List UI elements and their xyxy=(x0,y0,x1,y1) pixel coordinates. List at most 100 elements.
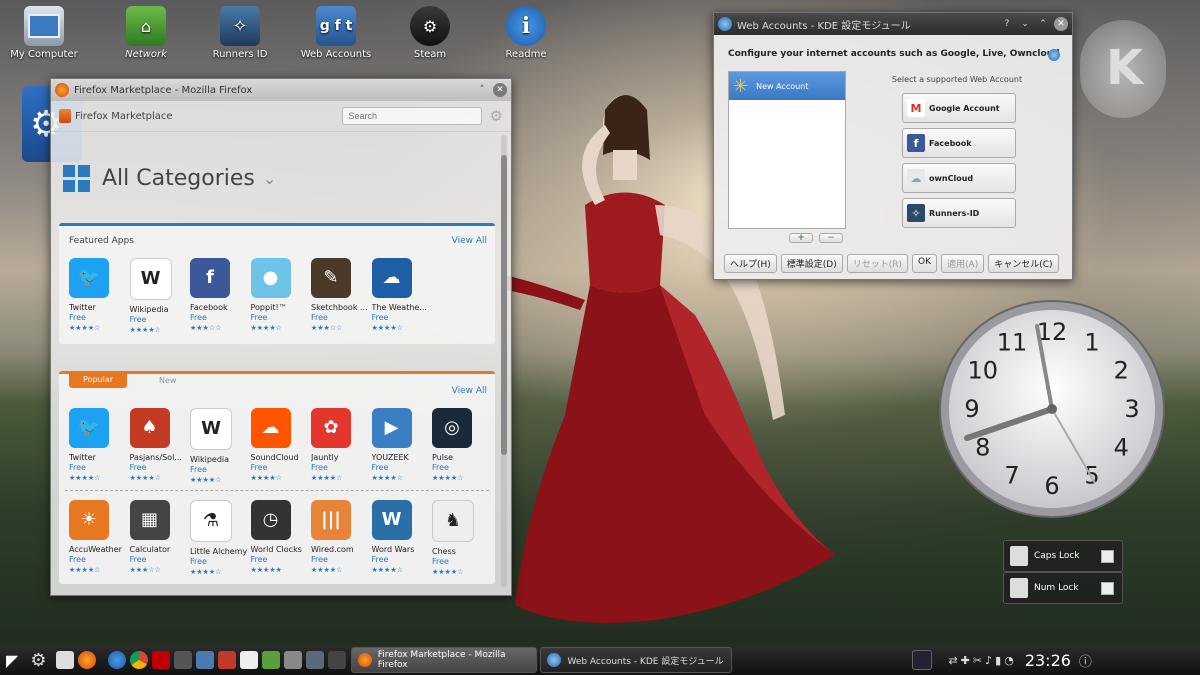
app-tile[interactable]: W Wikipedia Free ★★★★☆ xyxy=(129,258,190,335)
text-editor-icon[interactable] xyxy=(240,651,259,669)
reset-button[interactable]: リセット(R) xyxy=(846,254,909,273)
app-icon: ✎ xyxy=(311,258,351,298)
desktop-icon-web-accounts[interactable]: g f t Web Accounts xyxy=(296,6,376,60)
app-tile[interactable]: 🐦 Twitter Free ★★★★☆ xyxy=(69,258,129,335)
clock-number: 2 xyxy=(1114,357,1129,385)
app-tile[interactable]: ♞ Chess Free ★★★★☆ xyxy=(432,500,492,577)
search-input[interactable] xyxy=(341,107,482,125)
app-tile[interactable]: ◷ World Clocks Free ★★★★★ xyxy=(250,500,311,577)
app-tile[interactable]: ☁ SoundCloud Free ★★★★☆ xyxy=(250,408,311,485)
volume-icon[interactable]: ♪ xyxy=(985,654,995,667)
app-tile[interactable]: ♠ Pasjans/Sol... Free ★★★★☆ xyxy=(129,408,190,485)
accounts-list[interactable]: ✳ New Account xyxy=(728,71,846,229)
desktop-icon-network[interactable]: ⌂ Network xyxy=(106,6,186,60)
settings-gear-icon[interactable]: ⚙ xyxy=(490,107,503,125)
close-button[interactable]: ✕ xyxy=(1054,17,1068,31)
app-tile[interactable]: 🐦 Twitter Free ★★★★☆ xyxy=(69,408,129,485)
task-web-accounts[interactable]: Web Accounts - KDE 設定モジュール xyxy=(540,647,733,673)
app-tile[interactable]: ☁ The Weathe... Free ★★★★☆ xyxy=(371,258,432,335)
scrollbar-thumb[interactable] xyxy=(501,155,507,455)
filezilla-launcher-icon[interactable] xyxy=(152,651,171,669)
app-tile[interactable]: ||| Wired.com Free ★★★★☆ xyxy=(311,500,371,577)
taskbar-clock[interactable]: 23:26 xyxy=(1025,651,1071,670)
network-icon[interactable]: ⇄ xyxy=(948,654,960,667)
updates-icon[interactable]: ✚ xyxy=(961,654,973,667)
help-dialog-button[interactable]: ヘルプ(H) xyxy=(724,254,777,273)
app-icon: ✿ xyxy=(311,408,351,448)
panel-info-icon[interactable]: ⓘ xyxy=(1079,651,1092,670)
list-item-new-account[interactable]: ✳ New Account xyxy=(729,72,845,100)
tab-new[interactable]: New xyxy=(159,376,176,385)
app-tile[interactable]: ● Poppit!™ Free ★★★★☆ xyxy=(250,258,311,335)
num-lock-indicator[interactable]: Num Lock xyxy=(1003,572,1123,604)
account-type-button[interactable]: ☁ ownCloud xyxy=(902,163,1016,193)
maximize-button[interactable]: ⌃ xyxy=(1036,17,1050,31)
desktop-icon-runners-id[interactable]: ✧ Runners ID xyxy=(200,6,280,60)
web-accounts-titlebar[interactable]: Web Accounts - KDE 設定モジュール ? ⌄ ⌃ ✕ xyxy=(714,13,1072,35)
app-tile[interactable]: ▦ Calculator Free ★★★☆☆ xyxy=(129,500,190,577)
caps-lock-indicator[interactable]: Caps Lock xyxy=(1003,540,1123,572)
firefox-launcher-icon[interactable] xyxy=(78,651,97,669)
tab-popular[interactable]: Popular xyxy=(69,371,127,388)
account-type-button[interactable]: ✧ Runners-ID xyxy=(902,198,1016,228)
chevron-down-icon[interactable]: ⌄ xyxy=(263,169,276,188)
account-type-button[interactable]: M Google Account xyxy=(902,93,1016,123)
chromium-launcher-icon[interactable] xyxy=(108,651,127,669)
app-tile[interactable]: ☀ AccuWeather Free ★★★★☆ xyxy=(69,500,129,577)
tools-icon[interactable] xyxy=(328,651,347,669)
app-tile[interactable]: ✎ Sketchbook ... Free ★★★☆☆ xyxy=(311,258,371,335)
system-settings-icon[interactable]: ⚙ xyxy=(30,650,46,671)
cancel-button[interactable]: キャンセル(C) xyxy=(988,254,1059,273)
account-type-button[interactable]: f Facebook xyxy=(902,128,1016,158)
desktop-pager-icon[interactable] xyxy=(912,650,933,670)
application-launcher-icon[interactable]: ◤ xyxy=(6,651,18,670)
app-icon: ◎ xyxy=(432,408,472,448)
remove-account-button[interactable]: − xyxy=(819,233,843,243)
popular-apps-row: 🐦 Twitter Free ★★★★☆ ♠ Pasjans/Sol... Free ★★★★… xyxy=(65,408,497,485)
task-firefox[interactable]: Firefox Marketplace - Mozilla Firefox xyxy=(351,647,538,673)
app-tile[interactable]: ◎ Pulse Free ★★★★☆ xyxy=(432,408,492,485)
firefox-window[interactable]: Firefox Marketplace - Mozilla Firefox ˄ … xyxy=(50,78,512,596)
desktop-icon-readme[interactable]: i Readme xyxy=(486,6,566,60)
image-viewer-icon[interactable] xyxy=(196,651,215,669)
defaults-button[interactable]: 標準設定(D) xyxy=(780,254,843,273)
office-app-icon[interactable] xyxy=(262,651,281,669)
app-glyph: W xyxy=(140,268,161,289)
video-app-icon[interactable] xyxy=(284,651,303,669)
num-lock-checkbox[interactable] xyxy=(1101,581,1114,595)
kde-logo-widget: K xyxy=(1080,20,1166,118)
app-tile[interactable]: ✿ Jauntly Free ★★★★☆ xyxy=(311,408,371,485)
app-tile[interactable]: ⚗ Little Alchemy Free ★★★★☆ xyxy=(190,500,250,577)
firefox-titlebar[interactable]: Firefox Marketplace - Mozilla Firefox ˄ … xyxy=(51,79,511,101)
clipboard-icon[interactable]: ✂ xyxy=(973,654,985,667)
desktop-icon-my-computer[interactable]: My Computer xyxy=(4,6,84,60)
close-button[interactable]: ✕ xyxy=(493,83,507,97)
graphics-app-icon[interactable] xyxy=(218,651,237,669)
app-tile[interactable]: W Word Wars Free ★★★★☆ xyxy=(371,500,432,577)
monitor-app-icon[interactable] xyxy=(306,651,325,669)
app-glyph: W xyxy=(381,509,402,530)
ok-button[interactable]: OK xyxy=(912,254,938,273)
help-button[interactable]: ? xyxy=(1000,17,1014,31)
dialog-button-row: ヘルプ(H) 標準設定(D) リセット(R) OK 適用(A) キャンセル(C) xyxy=(724,254,1059,273)
add-account-button[interactable]: + xyxy=(789,233,813,243)
app-tile[interactable]: f Facebook Free ★★★☆☆ xyxy=(190,258,250,335)
battery-icon[interactable]: ▮ xyxy=(995,654,1004,667)
app-name: Word Wars xyxy=(371,545,415,554)
app-launcher-icon[interactable] xyxy=(174,651,193,669)
minimize-button[interactable]: ⌄ xyxy=(1018,17,1032,31)
featured-view-all-link[interactable]: View All xyxy=(452,236,487,246)
app-tile[interactable]: W Wikipedia Free ★★★★☆ xyxy=(190,408,250,485)
apply-button[interactable]: 適用(A) xyxy=(941,254,985,273)
app-tile[interactable]: ▶ YOUZEEK Free ★★★★☆ xyxy=(371,408,432,485)
app-rating: ★★★★☆ xyxy=(69,474,101,482)
caps-lock-checkbox[interactable] xyxy=(1101,549,1114,563)
scrollbar[interactable] xyxy=(501,135,507,587)
popular-view-all-link[interactable]: View All xyxy=(452,386,487,396)
minimize-button[interactable]: ˄ xyxy=(475,83,489,97)
home-folder-icon[interactable] xyxy=(56,651,75,669)
notifications-icon[interactable]: ◔ xyxy=(1004,654,1017,667)
chrome-launcher-icon[interactable] xyxy=(130,651,149,669)
web-accounts-window[interactable]: Web Accounts - KDE 設定モジュール ? ⌄ ⌃ ✕ Confi… xyxy=(713,12,1073,280)
desktop-icon-steam[interactable]: ⚙ Steam xyxy=(390,6,470,60)
